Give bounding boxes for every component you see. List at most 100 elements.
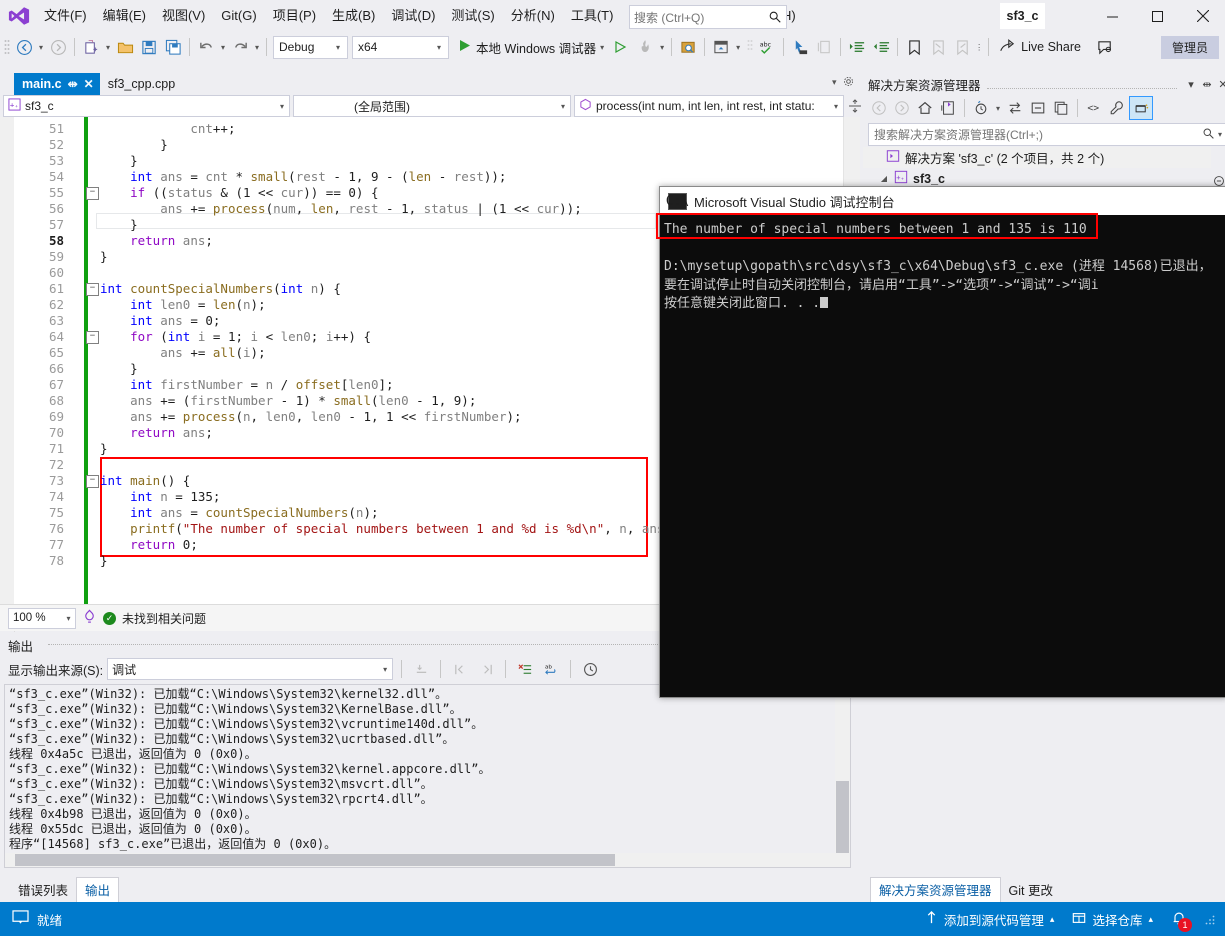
split-editor-icon[interactable] xyxy=(847,99,863,113)
back-dropdown-icon[interactable]: ▾ xyxy=(36,36,46,58)
previous-bookmark-icon[interactable] xyxy=(927,36,949,58)
navigate-back-icon[interactable] xyxy=(13,36,35,58)
navigate-forward-icon[interactable] xyxy=(475,659,497,679)
minimize-button[interactable] xyxy=(1090,0,1135,32)
editor-tab-main-c[interactable]: main.c ⇹ ✕ xyxy=(14,73,100,95)
chevron-down-icon[interactable]: ▾ xyxy=(1183,78,1199,91)
window-layout-icon[interactable] xyxy=(710,36,732,58)
console-title-bar[interactable]: C:\ Microsoft Visual Studio 调试控制台 xyxy=(660,187,1225,215)
menu-item-edit[interactable]: 编辑(E) xyxy=(95,3,154,29)
tree-item-solution[interactable]: 解决方案 'sf3_c' (2 个项目，共 2 个) xyxy=(863,147,1224,168)
close-button[interactable] xyxy=(1180,0,1225,32)
close-icon[interactable]: ✕ xyxy=(84,77,94,91)
navigate-forward-icon[interactable] xyxy=(47,36,69,58)
fold-toggle-icon[interactable]: − xyxy=(86,331,99,344)
find-in-files-icon[interactable] xyxy=(677,36,699,58)
undo-dropdown-icon[interactable]: ▾ xyxy=(218,36,228,58)
intellicode-icon[interactable] xyxy=(82,609,97,627)
spell-check-icon[interactable]: abc xyxy=(756,36,778,58)
back-icon[interactable] xyxy=(868,97,890,119)
editor-tab-overflow[interactable]: ▾ xyxy=(832,76,854,89)
menu-item-project[interactable]: 项目(P) xyxy=(265,3,324,29)
properties-icon[interactable] xyxy=(1106,97,1128,119)
feedback-icon[interactable] xyxy=(1095,36,1117,58)
pin-icon[interactable]: ⇹ xyxy=(68,77,78,91)
new-project-dropdown-icon[interactable]: ▾ xyxy=(103,36,113,58)
bottom-tab-git-changes[interactable]: Git 更改 xyxy=(1001,877,1061,901)
continue-icon[interactable] xyxy=(610,36,632,58)
preview-selected-items-icon[interactable] xyxy=(1129,96,1153,120)
undo-icon[interactable] xyxy=(195,36,217,58)
bottom-tab-output[interactable]: 输出 xyxy=(76,876,120,902)
live-share-button[interactable]: Live Share xyxy=(993,36,1087,58)
bookmark-overflow-icon[interactable]: ⋮ xyxy=(974,36,984,58)
output-hscroll-thumb[interactable] xyxy=(15,854,615,866)
solution-explorer-search-input[interactable]: 搜索解决方案资源管理器(Ctrl+;) ▾ xyxy=(868,123,1225,146)
bottom-tab-error-list[interactable]: 错误列表 xyxy=(10,877,76,901)
open-file-icon[interactable] xyxy=(114,36,136,58)
zoom-level-combo[interactable]: 100 % ▾ xyxy=(8,607,76,629)
fold-toggle-icon[interactable]: − xyxy=(86,187,99,200)
solution-configuration-combo[interactable]: Debug ▾ xyxy=(273,35,348,59)
solution-platform-combo[interactable]: x64 ▾ xyxy=(352,35,449,59)
menu-item-build[interactable]: 生成(B) xyxy=(324,3,383,29)
output-text-area[interactable]: “sf3_c.exe”(Win32): 已加载“C:\Windows\Syste… xyxy=(4,684,851,868)
account-name[interactable]: sf3_c xyxy=(1000,3,1045,29)
debug-console-window[interactable]: C:\ Microsoft Visual Studio 调试控制台 The nu… xyxy=(656,186,1225,698)
show-all-files-icon[interactable]: <> xyxy=(1083,97,1105,119)
refresh-icon[interactable] xyxy=(1004,97,1026,119)
start-debugging-button[interactable]: 本地 Windows 调试器 ▾ xyxy=(455,36,608,58)
home-icon[interactable] xyxy=(914,97,936,119)
word-wrap-icon[interactable]: ab xyxy=(540,659,562,679)
hot-reload-dropdown-icon[interactable]: ▾ xyxy=(657,36,667,58)
menu-item-file[interactable]: 文件(F) xyxy=(36,3,95,29)
maximize-button[interactable] xyxy=(1135,0,1180,32)
save-all-icon[interactable] xyxy=(162,36,184,58)
redo-icon[interactable] xyxy=(229,36,251,58)
navigate-backward-icon[interactable] xyxy=(449,659,471,679)
pending-changes-filter-icon[interactable] xyxy=(970,97,992,119)
chevron-down-icon[interactable]: ▾ xyxy=(1218,130,1222,139)
menu-item-git[interactable]: Git(G) xyxy=(213,3,264,29)
navbar-project-combo[interactable]: +₊ sf3_c ▾ xyxy=(3,95,290,117)
expander-icon[interactable]: ◢ xyxy=(879,174,889,183)
decrease-indent-icon[interactable] xyxy=(870,36,892,58)
navbar-scope-combo[interactable]: (全局范围) ▾ xyxy=(292,95,571,117)
clear-all-icon[interactable] xyxy=(410,659,432,679)
fold-toggle-icon[interactable]: − xyxy=(86,283,99,296)
close-icon[interactable]: ✕ xyxy=(1215,78,1225,91)
output-vertical-scrollbar[interactable] xyxy=(835,685,850,865)
window-layout-dropdown-icon[interactable]: ▾ xyxy=(733,36,743,58)
quick-search-input[interactable]: 搜索 (Ctrl+Q) xyxy=(629,5,787,29)
select-repository-button[interactable]: 选择仓库 ▴ xyxy=(1072,910,1153,929)
new-folder-icon[interactable] xyxy=(1050,97,1072,119)
collapse-all-icon[interactable] xyxy=(1027,97,1049,119)
navbar-member-combo[interactable]: process(int num, int len, int rest, int … xyxy=(574,95,845,117)
notifications-button[interactable]: 1 xyxy=(1171,910,1192,932)
gear-icon[interactable] xyxy=(843,76,854,89)
output-scroll-thumb[interactable] xyxy=(836,781,849,853)
clear-pane-icon[interactable] xyxy=(514,659,536,679)
increase-indent-icon[interactable] xyxy=(846,36,868,58)
next-bookmark-icon[interactable] xyxy=(951,36,973,58)
add-to-source-control-button[interactable]: 添加到源代码管理 ▴ xyxy=(925,910,1054,929)
toolbar-grip[interactable] xyxy=(747,38,755,56)
menu-item-test[interactable]: 测试(S) xyxy=(443,3,502,29)
bottom-tab-solution-explorer[interactable]: 解决方案资源管理器 xyxy=(870,876,1001,902)
toggle-timestamp-icon[interactable] xyxy=(579,659,601,679)
editor-tab-sf3-cpp[interactable]: sf3_cpp.cpp xyxy=(99,73,182,95)
output-horizontal-scrollbar[interactable] xyxy=(5,853,850,867)
solution-tree[interactable]: 解决方案 'sf3_c' (2 个项目，共 2 个) ◢ +₊ sf3_c xyxy=(863,147,1224,189)
pointer-select-icon[interactable] xyxy=(789,36,811,58)
menu-item-analyze[interactable]: 分析(N) xyxy=(503,3,563,29)
chevron-down-icon[interactable]: ▾ xyxy=(832,77,837,88)
hot-reload-icon[interactable] xyxy=(634,36,656,58)
toolbar-grip[interactable] xyxy=(4,38,12,56)
new-project-icon[interactable] xyxy=(80,36,102,58)
menu-item-tools[interactable]: 工具(T) xyxy=(563,3,622,29)
fold-toggle-icon[interactable]: − xyxy=(86,475,99,488)
pin-icon[interactable]: ⇹ xyxy=(1199,78,1215,91)
sync-with-active-document-icon[interactable] xyxy=(937,97,959,119)
bookmark-icon[interactable] xyxy=(903,36,925,58)
save-icon[interactable] xyxy=(138,36,160,58)
